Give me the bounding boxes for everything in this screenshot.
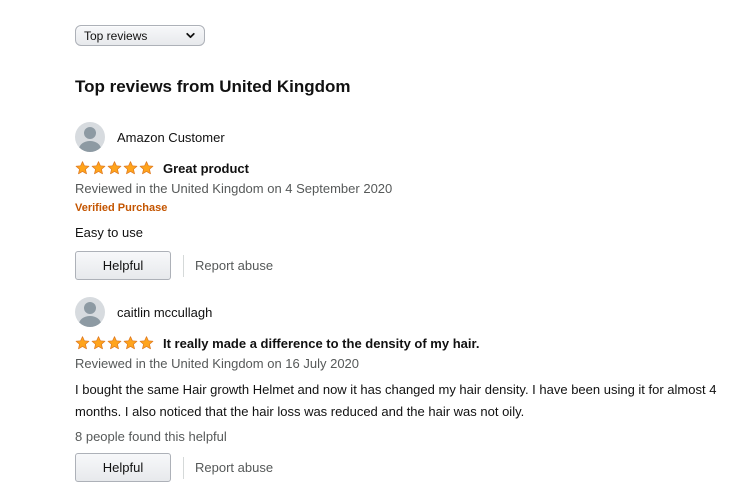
report-abuse-link[interactable]: Report abuse (195, 258, 273, 273)
verified-purchase-badge[interactable]: Verified Purchase (75, 200, 735, 216)
star-icon (91, 336, 106, 350)
review-body: I bought the same Hair growth Helmet and… (75, 382, 717, 419)
avatar (75, 297, 105, 327)
helpful-button[interactable]: Helpful (75, 251, 171, 280)
divider (183, 456, 184, 479)
review-date: Reviewed in the United Kingdom on 16 Jul… (75, 356, 360, 371)
chevron-down-icon (186, 32, 195, 39)
review-title[interactable]: Great product (163, 161, 249, 176)
review-item: caitlin mccullagh It really made a diffe… (75, 297, 735, 482)
avatar (75, 122, 105, 152)
star-icon (107, 161, 122, 175)
reviewer-profile[interactable]: caitlin mccullagh (75, 297, 735, 327)
reviewer-name: Amazon Customer (117, 129, 225, 145)
helpful-count: 8 people found this helpful (75, 429, 227, 444)
review-body: Easy to use (75, 225, 143, 240)
star-icon (139, 336, 154, 350)
star-icon (123, 336, 138, 350)
reviewer-profile[interactable]: Amazon Customer (75, 122, 735, 152)
review-date: Reviewed in the United Kingdom on 4 Sept… (75, 181, 393, 196)
section-title: Top reviews from United Kingdom (75, 77, 351, 96)
star-icon (107, 336, 122, 350)
star-icon (91, 161, 106, 175)
star-icon (139, 161, 154, 175)
review-item: Amazon Customer Great product Reviewed i… (75, 122, 735, 280)
star-icon (75, 161, 90, 175)
star-rating[interactable] (75, 161, 154, 175)
review-title[interactable]: It really made a difference to the densi… (163, 336, 479, 351)
star-rating[interactable] (75, 336, 154, 350)
star-icon (75, 336, 90, 350)
star-icon (123, 161, 138, 175)
divider (183, 254, 184, 277)
sort-dropdown[interactable]: Top reviews (75, 25, 205, 46)
helpful-button[interactable]: Helpful (75, 453, 171, 482)
report-abuse-link[interactable]: Report abuse (195, 460, 273, 475)
sort-dropdown-value: Top reviews (84, 28, 148, 43)
reviewer-name: caitlin mccullagh (117, 304, 213, 320)
